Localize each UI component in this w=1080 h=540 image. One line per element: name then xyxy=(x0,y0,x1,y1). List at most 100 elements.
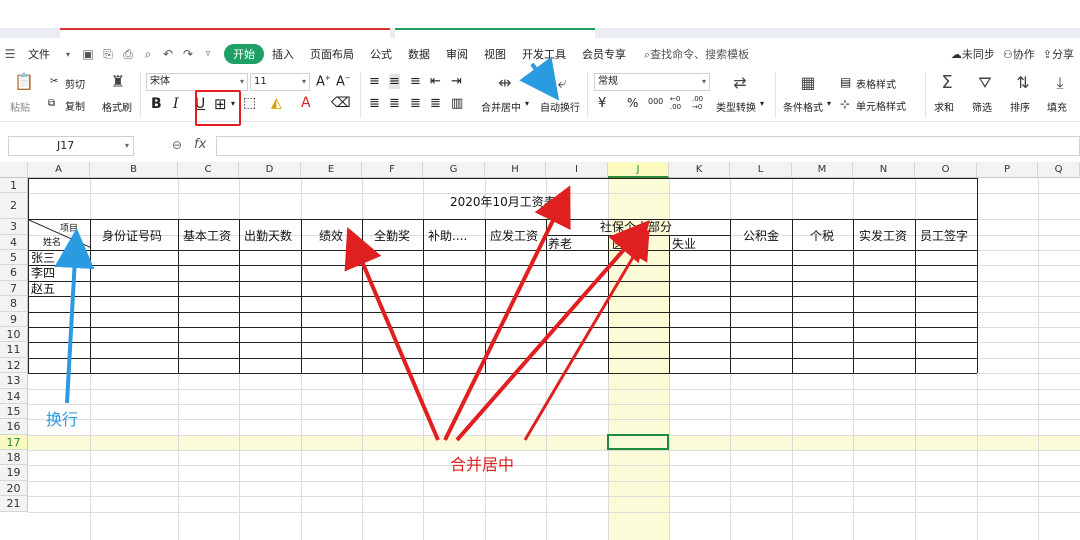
merge-center-icon[interactable]: ⇹ xyxy=(495,73,515,93)
column-header-j[interactable]: J xyxy=(608,162,669,178)
undo-icon[interactable]: ↶ xyxy=(161,47,175,61)
sum-button[interactable]: 求和 xyxy=(934,99,954,114)
row-header-18[interactable]: 18 xyxy=(0,450,28,465)
spreadsheet-grid[interactable]: A B C D E F G H I J K L M N O P Q 1 2 3 4 5 6 7 8 9 10 11 12 13 14 15 16… xyxy=(0,162,1080,540)
align-right-icon[interactable]: ≣ xyxy=(410,96,421,111)
collab-button[interactable]: ⚇协作 xyxy=(1003,46,1035,62)
row-header-12[interactable]: 12 xyxy=(0,358,28,373)
column-header-a[interactable]: A xyxy=(28,162,90,178)
font-shrink-icon[interactable]: A− xyxy=(336,74,351,89)
column-header-d[interactable]: D xyxy=(239,162,301,178)
name-box[interactable]: J17 ▾ xyxy=(8,136,134,156)
indent-dec-icon[interactable]: ⇤ xyxy=(430,74,441,89)
copy-button[interactable]: 复制 xyxy=(65,98,85,113)
tab-review[interactable]: 审阅 xyxy=(438,46,476,62)
chevron-down-icon[interactable]: ▾ xyxy=(827,99,831,108)
row-header-21[interactable]: 21 xyxy=(0,496,28,512)
thousands-button[interactable]: 000 xyxy=(648,97,663,106)
share-button[interactable]: ⇪分享 xyxy=(1043,46,1074,62)
align-left-icon[interactable]: ≣ xyxy=(369,96,380,111)
chevron-down-icon[interactable]: ▾ xyxy=(61,47,75,61)
column-header-m[interactable]: M xyxy=(792,162,853,178)
row-header-14[interactable]: 14 xyxy=(0,389,28,404)
document-tab[interactable] xyxy=(60,28,390,38)
row-header-17[interactable]: 17 xyxy=(0,435,28,450)
conditional-format-button[interactable]: 条件格式 xyxy=(783,99,823,114)
cut-button[interactable]: 剪切 xyxy=(65,76,85,91)
print-preview-icon[interactable]: ⌕ xyxy=(141,47,155,61)
justify-icon[interactable]: ≣ xyxy=(430,96,441,111)
font-color-icon[interactable]: A xyxy=(301,95,311,111)
format-painter-button[interactable]: 格式刷 xyxy=(102,99,132,114)
tab-view[interactable]: 视图 xyxy=(476,46,514,62)
row-header-2[interactable]: 2 xyxy=(0,193,28,219)
column-header-c[interactable]: C xyxy=(178,162,239,178)
paste-icon[interactable]: 📋 xyxy=(14,72,34,92)
column-header-k[interactable]: K xyxy=(669,162,730,178)
fill-button[interactable]: 填充 xyxy=(1047,99,1067,114)
number-format-select[interactable]: 常规 ▾ xyxy=(594,73,710,91)
tab-data[interactable]: 数据 xyxy=(400,46,438,62)
font-name-select[interactable]: 宋体 ▾ xyxy=(146,73,248,91)
tab-developer[interactable]: 开发工具 xyxy=(514,46,574,62)
row-header-3[interactable]: 3 xyxy=(0,219,28,235)
cell-style-button[interactable]: 单元格样式 xyxy=(856,98,906,113)
align-bottom-icon[interactable]: ≡ xyxy=(410,74,421,89)
tab-formulas[interactable]: 公式 xyxy=(362,46,400,62)
tab-insert[interactable]: 插入 xyxy=(264,46,302,62)
format-painter-icon[interactable]: ♜ xyxy=(108,72,128,92)
currency-button[interactable]: ¥ xyxy=(598,96,606,111)
chevron-down-icon[interactable]: ▾ xyxy=(760,99,764,108)
align-middle-icon[interactable]: ≡ xyxy=(389,74,400,89)
row-header-5[interactable]: 5 xyxy=(0,250,28,265)
row-header-13[interactable]: 13 xyxy=(0,373,28,389)
zoom-icon[interactable]: ⊖ xyxy=(172,138,182,152)
column-header-p[interactable]: P xyxy=(977,162,1038,178)
command-search[interactable]: ⌕查找命令、搜索模板 xyxy=(644,46,749,62)
redo-icon[interactable]: ↷ xyxy=(181,47,195,61)
tab-home[interactable]: 开始 xyxy=(224,44,264,64)
save-icon[interactable]: ▣ xyxy=(81,47,95,61)
italic-icon[interactable]: I xyxy=(173,96,179,112)
wrap-text-icon[interactable]: ⤶ xyxy=(552,73,572,93)
sort-button[interactable]: 排序 xyxy=(1010,99,1030,114)
bold-icon[interactable]: B xyxy=(151,96,162,112)
font-grow-icon[interactable]: A+ xyxy=(316,74,331,89)
row-header-20[interactable]: 20 xyxy=(0,481,28,496)
file-menu[interactable]: 文件 xyxy=(20,46,58,62)
align-center-icon[interactable]: ≣ xyxy=(389,96,400,111)
cut-icon[interactable]: ✂ xyxy=(50,76,58,87)
tab-member[interactable]: 会员专享 xyxy=(574,46,634,62)
sync-status[interactable]: ☁未同步 xyxy=(951,46,995,62)
row-header-16[interactable]: 16 xyxy=(0,419,28,435)
row-header-10[interactable]: 10 xyxy=(0,327,28,342)
customize-icon[interactable]: ▿ xyxy=(201,47,215,61)
percent-button[interactable]: % xyxy=(627,96,638,110)
fill-color-border-icon[interactable]: ⬚ xyxy=(243,95,256,111)
row-header-19[interactable]: 19 xyxy=(0,465,28,481)
eraser-icon[interactable]: ⌫ xyxy=(331,95,351,111)
filter-icon[interactable]: ⛛ xyxy=(975,73,995,93)
type-convert-button[interactable]: 类型转换 xyxy=(716,99,756,114)
row-header-1[interactable]: 1 xyxy=(0,178,28,193)
function-icon[interactable]: fx xyxy=(194,137,206,152)
conditional-format-icon[interactable]: ▦ xyxy=(798,73,818,93)
row-header-9[interactable]: 9 xyxy=(0,312,28,327)
increase-decimal-button[interactable]: ←0 .00 xyxy=(670,95,690,111)
sort-icon[interactable]: ⇅ xyxy=(1013,73,1033,93)
chevron-down-icon[interactable]: ▾ xyxy=(525,99,529,108)
filter-button[interactable]: 筛选 xyxy=(972,99,992,114)
column-header-b[interactable]: B xyxy=(90,162,178,178)
workbook-tab[interactable] xyxy=(395,28,595,38)
column-header-n[interactable]: N xyxy=(853,162,915,178)
sum-icon[interactable]: Σ xyxy=(937,73,957,93)
formula-input[interactable] xyxy=(216,136,1080,156)
column-header-f[interactable]: F xyxy=(362,162,423,178)
merge-center-button[interactable]: 合并居中 xyxy=(481,99,521,114)
indent-inc-icon[interactable]: ⇥ xyxy=(451,74,462,89)
export-icon[interactable]: ⎘ xyxy=(101,47,115,61)
column-header-o[interactable]: O xyxy=(915,162,977,178)
column-header-h[interactable]: H xyxy=(485,162,546,178)
row-header-15[interactable]: 15 xyxy=(0,404,28,419)
distribute-icon[interactable]: ▥ xyxy=(451,96,463,111)
